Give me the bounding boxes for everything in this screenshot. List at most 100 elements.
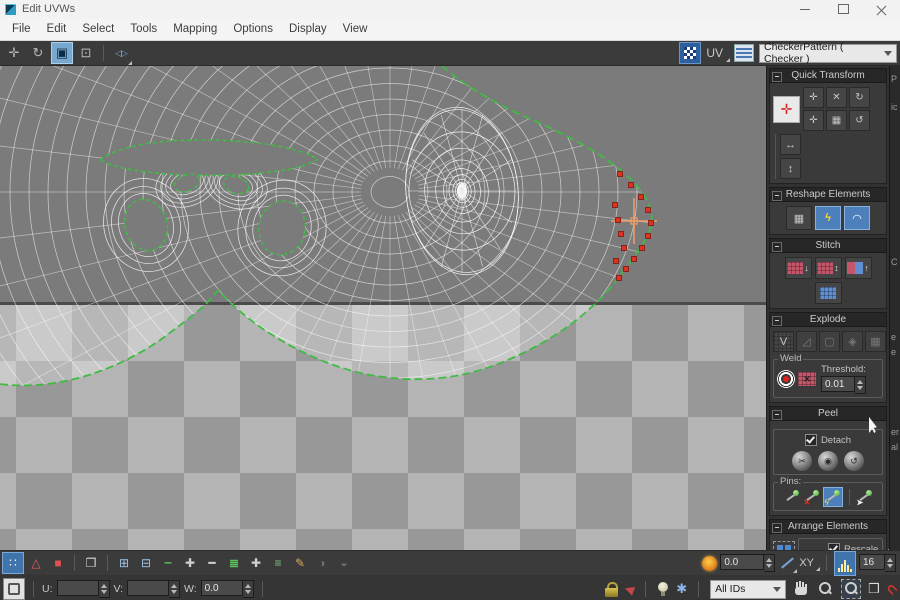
select-edge-loop[interactable]: ≣ — [224, 553, 244, 573]
threshold-spinner[interactable] — [855, 376, 866, 394]
feather-pin-tool[interactable]: ϟ — [822, 487, 843, 507]
menu-select[interactable]: Select — [74, 20, 122, 38]
rotate-ccw[interactable]: ↺ — [849, 110, 870, 131]
texture-dropdown[interactable]: CheckerPattern ( Checker ) — [759, 41, 897, 65]
quick-peel[interactable]: ✂ — [792, 451, 812, 471]
menu-options[interactable]: Options — [225, 20, 281, 38]
collapse-icon[interactable] — [772, 522, 782, 533]
stitch-header[interactable]: Stitch — [769, 238, 887, 253]
scale-box[interactable]: ▦ — [826, 110, 847, 131]
falloff-space-selector[interactable]: XY — [799, 557, 820, 571]
freeform-tool[interactable]: ⊡ — [75, 42, 97, 64]
select-edge-dashes[interactable]: ┄ — [158, 553, 178, 573]
select-pins-tool[interactable]: ➤ — [856, 488, 874, 507]
rotate-tool[interactable]: ↻ — [27, 42, 49, 64]
pivot-button[interactable]: ✛ — [773, 95, 800, 123]
mirror-tool[interactable]: ◁▷ — [110, 42, 132, 65]
reshape-header[interactable]: Reshape Elements — [769, 187, 887, 202]
scale-tool[interactable]: ▣ — [51, 42, 73, 64]
move-tool[interactable]: ✛ — [3, 42, 25, 64]
polygon-mode[interactable]: ■ — [48, 553, 68, 573]
menu-mapping[interactable]: Mapping — [165, 20, 225, 38]
weld-threshold-field[interactable]: 0.01 — [821, 376, 855, 392]
shrink-selection[interactable]: ⊟ — [136, 553, 156, 573]
menu-tools[interactable]: Tools — [122, 20, 165, 38]
collapse-icon[interactable] — [772, 315, 782, 326]
zoom-icon[interactable] — [816, 580, 834, 598]
space-horizontally[interactable]: ↔ — [780, 134, 801, 155]
weld-selected-icon[interactable]: ✕ — [798, 372, 816, 386]
weld-target-icon[interactable] — [777, 370, 795, 388]
reset-peel[interactable]: ↺ — [844, 451, 864, 471]
stitch-to-source[interactable] — [814, 282, 842, 304]
quick-transform-header[interactable]: Quick Transform — [769, 68, 887, 83]
detach-checkbox[interactable] — [804, 434, 817, 446]
menu-view[interactable]: View — [335, 20, 376, 38]
edge-mode[interactable]: △ — [26, 553, 46, 573]
u-spinner[interactable] — [98, 580, 110, 598]
pack-normalize-icon[interactable] — [773, 541, 795, 550]
material-id-dropdown[interactable]: All IDs — [710, 579, 787, 599]
edge-distance-toggle[interactable] — [834, 550, 856, 576]
show-hidden-icon[interactable] — [657, 581, 669, 597]
break-shared-vertices[interactable]: ◿ — [796, 331, 817, 352]
grow-loop[interactable]: ✚ — [180, 553, 200, 573]
show-map-toggle[interactable] — [679, 42, 702, 64]
collapse-icon[interactable] — [772, 409, 782, 420]
stitch-average[interactable]: ↕ — [814, 257, 842, 279]
grow-selection[interactable]: ⊞ — [114, 553, 134, 573]
soft-selection-toggle[interactable] — [702, 555, 718, 571]
move-vertical[interactable]: ✛ — [803, 110, 824, 131]
select-edge-ring[interactable]: ≡ — [268, 553, 288, 573]
stitch-custom[interactable]: ↓ — [784, 257, 812, 279]
relax-dialog[interactable]: ▦ — [786, 206, 812, 230]
break-shared-edges[interactable]: ▢ — [819, 331, 840, 352]
v-coordinate-field[interactable] — [127, 580, 170, 596]
edge-distance-spinner[interactable] — [885, 554, 896, 572]
falloff-type-icon[interactable] — [778, 555, 798, 573]
collapse-icon[interactable] — [772, 71, 782, 82]
unpin-tool[interactable]: ✕ — [803, 488, 821, 507]
zoom-region-icon[interactable] — [841, 579, 862, 599]
u-coordinate-field[interactable] — [56, 580, 99, 596]
uv-channel-selector[interactable]: UV — [706, 46, 730, 62]
freeze-icon[interactable]: ✱ — [676, 581, 687, 597]
menu-display[interactable]: Display — [281, 20, 335, 38]
uv-mesh[interactable] — [0, 66, 766, 550]
falloff-value-field[interactable]: 0.0 — [720, 554, 765, 570]
close-button[interactable] — [862, 0, 900, 18]
menu-edit[interactable]: Edit — [39, 20, 75, 38]
grow-ring[interactable]: ✚ — [246, 553, 266, 573]
texture-list-icon[interactable] — [734, 44, 754, 62]
snap-magnet-icon[interactable]: ∪ — [882, 579, 900, 599]
space-vertically[interactable]: ↕ — [780, 158, 801, 179]
maximize-button[interactable] — [824, 0, 862, 18]
minimize-button[interactable] — [786, 0, 824, 18]
pin-tool[interactable] — [783, 488, 801, 506]
rescale-checkbox[interactable] — [828, 543, 840, 550]
menu-file[interactable]: File — [4, 20, 39, 38]
paint-select-options[interactable]: ◑ — [312, 553, 332, 573]
edge-distance-field[interactable]: 16 — [859, 554, 885, 570]
arrange-header[interactable]: Arrange Elements — [769, 519, 887, 534]
smooth-tool[interactable]: ◠ — [844, 206, 870, 230]
vertex-mode[interactable]: ∷ — [2, 552, 24, 574]
explode-header[interactable]: Explode — [769, 312, 887, 327]
explode-to-faces[interactable]: ◈ — [842, 331, 863, 352]
zoom-extents-icon[interactable]: ❒ — [868, 581, 880, 597]
filter-selected-faces-icon[interactable]: ◀ — [623, 581, 636, 597]
falloff-spinner[interactable] — [764, 554, 776, 572]
select-by-element[interactable]: ❒ — [81, 553, 101, 573]
relax-tool[interactable]: ϟ — [815, 206, 841, 230]
lock-selection-icon[interactable] — [604, 581, 618, 597]
collapse-icon[interactable] — [772, 241, 782, 252]
v-spinner[interactable] — [169, 580, 181, 598]
paint-select[interactable]: ✎ — [290, 553, 310, 573]
peel-mode[interactable]: ◉ — [818, 451, 838, 471]
shrink-loop[interactable]: ━ — [202, 553, 222, 573]
stitch-to-target[interactable]: ↑ — [844, 257, 872, 279]
rotate-cw[interactable]: ↻ — [849, 87, 870, 108]
explode-options[interactable]: ▦ — [865, 331, 886, 352]
w-coordinate-field[interactable]: 0.0 — [200, 580, 243, 596]
flatten-by-smoothing-group[interactable]: V — [773, 331, 794, 352]
